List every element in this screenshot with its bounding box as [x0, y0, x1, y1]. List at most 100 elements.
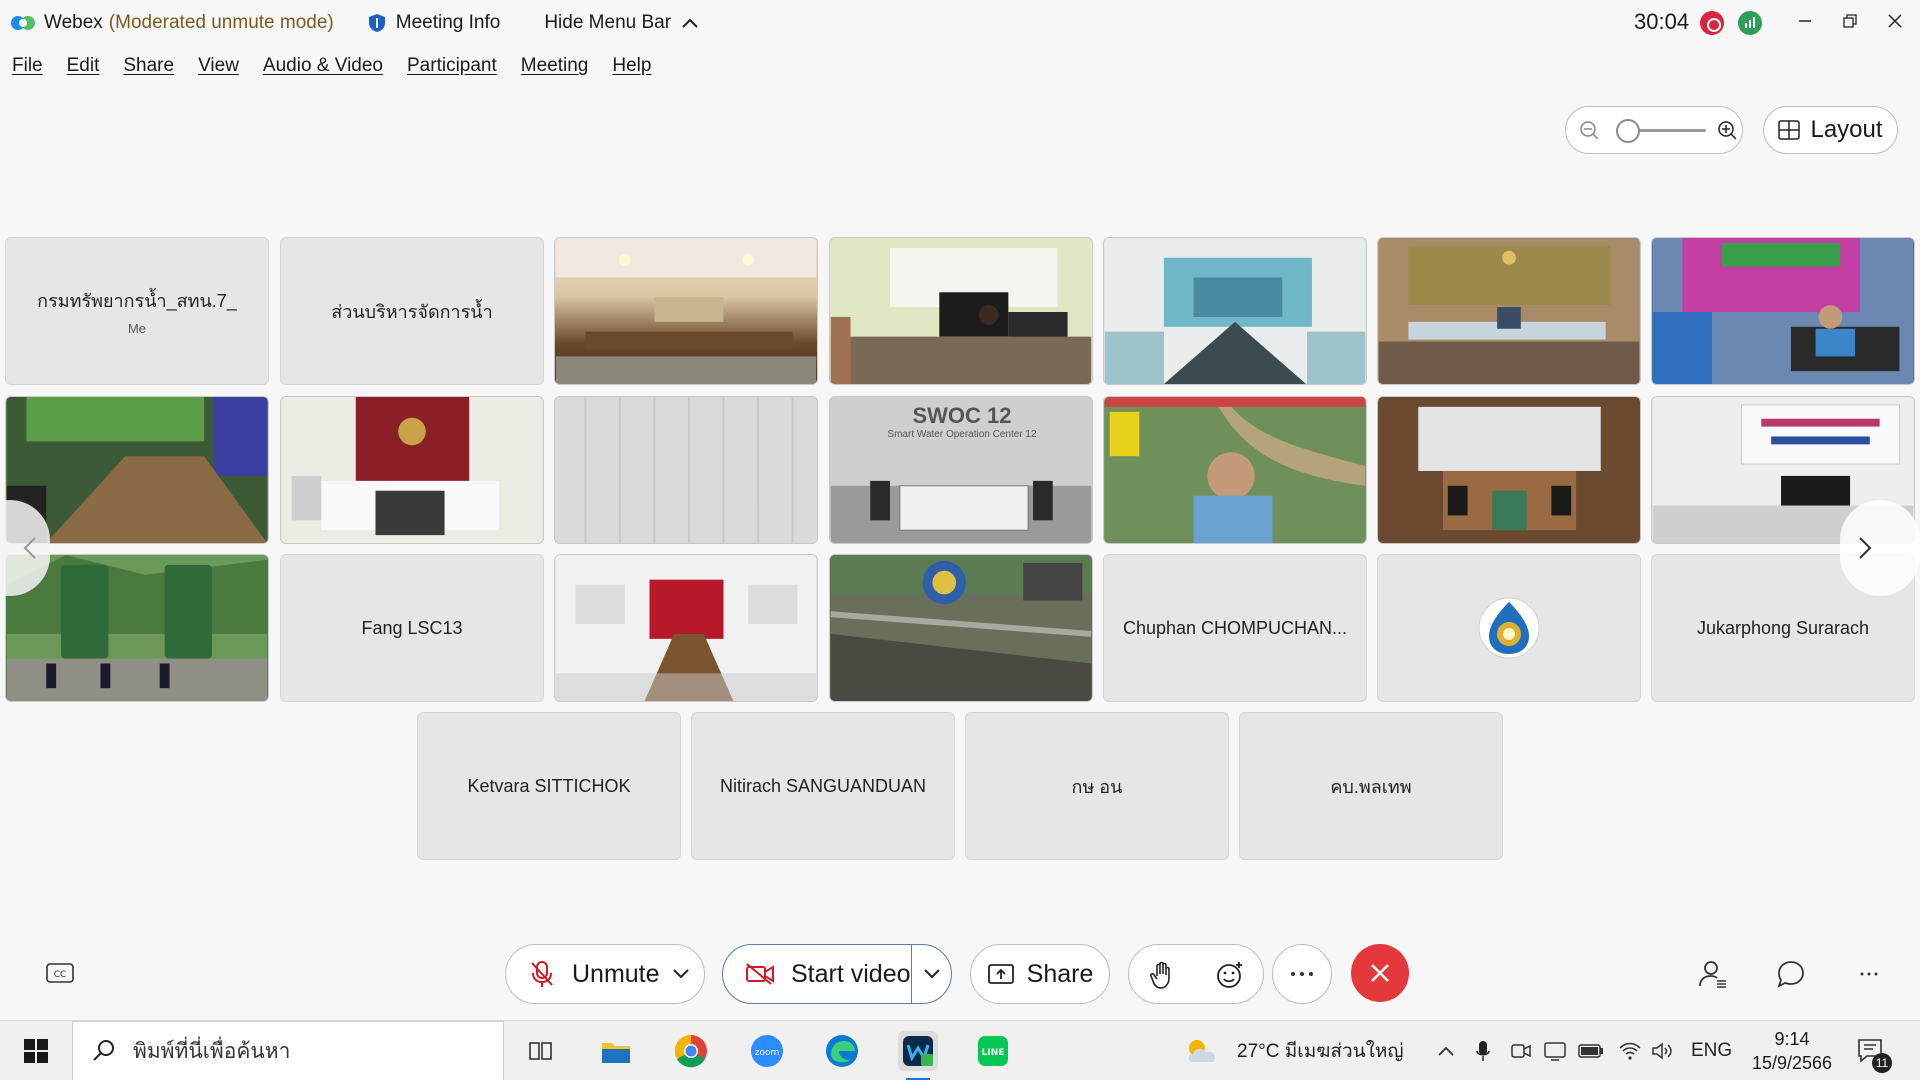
- participant-video-tile[interactable]: [1377, 396, 1641, 544]
- swoc-sign-text: SWOC 12: [912, 403, 1012, 428]
- more-options-button[interactable]: [1272, 944, 1332, 1004]
- participant-video-tile[interactable]: [1377, 237, 1641, 385]
- restore-button[interactable]: [1830, 6, 1870, 36]
- battery-tray-icon[interactable]: [1578, 1021, 1604, 1080]
- taskbar-search-box[interactable]: พิมพ์ที่นี่เพื่อค้นหา: [72, 1021, 504, 1080]
- participant-video-tile[interactable]: [1103, 396, 1367, 544]
- participant-tile[interactable]: ส่วนบริหารจัดการน้ำ: [280, 237, 544, 385]
- menu-participant[interactable]: Participant: [407, 55, 509, 77]
- chat-button[interactable]: [1775, 958, 1807, 990]
- taskbar-clock[interactable]: 9:14 15/9/2566: [1744, 1027, 1840, 1075]
- participants-panel-button[interactable]: [1697, 958, 1729, 990]
- chrome-button[interactable]: [671, 1031, 711, 1071]
- smiley-icon: [1217, 962, 1242, 988]
- weather-widget[interactable]: 27°C มีเมฆส่วนใหญ่: [1183, 1021, 1404, 1080]
- more-horizontal-icon: [1860, 972, 1878, 976]
- zoom-app-button[interactable]: zoom: [747, 1031, 787, 1071]
- task-view-button[interactable]: [520, 1031, 560, 1071]
- participant-name: Ketvara SITTICHOK: [467, 775, 631, 796]
- menu-meeting[interactable]: Meeting: [521, 55, 601, 77]
- clock-time: 9:14: [1774, 1029, 1810, 1049]
- input-language-indicator[interactable]: ENG: [1691, 1021, 1732, 1080]
- participant-video-tile[interactable]: [554, 396, 818, 544]
- meeting-info-button[interactable]: Meeting Info: [368, 12, 501, 34]
- search-icon: [93, 1040, 114, 1061]
- participant-video-tile-swoc[interactable]: SWOC 12 Smart Water Operation Center 12: [829, 396, 1093, 544]
- raise-hand-button[interactable]: [1149, 960, 1177, 997]
- participant-tile[interactable]: กษ อน: [965, 712, 1229, 860]
- leave-meeting-button[interactable]: [1351, 944, 1409, 1002]
- close-icon: [1888, 14, 1902, 28]
- menu-help[interactable]: Help: [612, 55, 663, 77]
- camera-off-icon: [746, 963, 774, 985]
- participant-name: กรมทรัพยากรน้ำ_สทน.7_: [37, 291, 237, 311]
- menu-edit[interactable]: Edit: [67, 55, 112, 77]
- display-tray-icon[interactable]: [1543, 1021, 1567, 1080]
- file-explorer-button[interactable]: [596, 1031, 636, 1071]
- participant-name: ส่วนบริหารจัดการน้ำ: [331, 301, 493, 322]
- participant-video-tile[interactable]: [1103, 237, 1367, 385]
- wifi-tray-icon[interactable]: [1618, 1021, 1642, 1080]
- windows-taskbar: พิมพ์ที่นี่เพื่อค้นหา zoom LINE 27°C มีเ…: [0, 1020, 1920, 1080]
- participant-tile[interactable]: Nitirach SANGUANDUAN: [691, 712, 955, 860]
- camera-tray-icon[interactable]: [1510, 1021, 1532, 1080]
- minimize-icon: [1799, 20, 1811, 22]
- language-label: ENG: [1691, 1040, 1733, 1061]
- participant-video-tile[interactable]: [829, 237, 1093, 385]
- menu-audio-video[interactable]: Audio & Video: [263, 55, 395, 77]
- participant-tile-me[interactable]: กรมทรัพยากรน้ำ_สทน.7_ Me: [5, 237, 269, 385]
- participant-video-tile[interactable]: [829, 554, 1093, 702]
- chevron-down-icon[interactable]: [923, 968, 941, 980]
- participant-tile[interactable]: Ketvara SITTICHOK: [417, 712, 681, 860]
- menu-view[interactable]: View: [198, 55, 251, 77]
- next-page-button[interactable]: [1840, 500, 1920, 596]
- battery-icon: [1578, 1044, 1603, 1058]
- edge-button[interactable]: [822, 1031, 862, 1071]
- participant-tile[interactable]: คบ.พลเทพ: [1239, 712, 1503, 860]
- webex-taskbar-button[interactable]: [898, 1031, 938, 1071]
- close-window-button[interactable]: [1875, 6, 1915, 36]
- participant-video-tile[interactable]: [1651, 237, 1915, 385]
- zoom-in-icon[interactable]: [1716, 119, 1740, 148]
- menu-share[interactable]: Share: [123, 55, 186, 77]
- volume-tray-icon[interactable]: [1651, 1021, 1675, 1080]
- start-button[interactable]: [16, 1031, 56, 1071]
- share-button[interactable]: Share: [970, 944, 1110, 1004]
- more-panels-button[interactable]: [1853, 958, 1885, 990]
- menu-file[interactable]: File: [12, 55, 55, 77]
- reactions-button[interactable]: [1215, 960, 1245, 997]
- unmute-button[interactable]: Unmute: [505, 944, 705, 1004]
- participant-tile[interactable]: Chuphan CHOMPUCHAN...: [1103, 554, 1367, 702]
- chat-bubble-icon: [1777, 961, 1804, 988]
- hide-menu-bar-button[interactable]: Hide Menu Bar: [544, 12, 699, 34]
- weather-text: 27°C มีเมฆส่วนใหญ่: [1237, 1041, 1404, 1062]
- participant-video-tile[interactable]: [280, 396, 544, 544]
- chevron-down-icon[interactable]: [672, 968, 690, 980]
- closed-captions-button[interactable]: CC: [44, 958, 76, 990]
- meeting-info-label: Meeting Info: [395, 12, 501, 33]
- participant-tile-avatar[interactable]: [1377, 554, 1641, 702]
- zoom-slider-thumb[interactable]: [1616, 119, 1640, 143]
- layout-button[interactable]: Layout: [1763, 106, 1898, 154]
- participant-video-tile[interactable]: [554, 554, 818, 702]
- participant-video-tile[interactable]: [5, 554, 269, 702]
- network-health-icon[interactable]: [1738, 11, 1762, 35]
- zoom-out-icon[interactable]: [1578, 119, 1602, 148]
- recording-icon[interactable]: [1700, 11, 1724, 35]
- share-screen-icon: [987, 964, 1014, 984]
- layout-label: Layout: [1810, 116, 1883, 143]
- minimize-button[interactable]: [1785, 6, 1825, 36]
- webex-icon: [903, 1036, 933, 1066]
- microphone-tray-icon[interactable]: [1475, 1021, 1491, 1080]
- participant-tile[interactable]: Fang LSC13: [280, 554, 544, 702]
- notification-center-button[interactable]: 11: [1856, 1021, 1892, 1080]
- show-hidden-icons-button[interactable]: [1437, 1021, 1455, 1080]
- menu-bar: File Edit Share View Audio & Video Parti…: [0, 50, 663, 82]
- camera-icon: [1511, 1044, 1531, 1058]
- participant-me-label: Me: [127, 321, 147, 336]
- participant-name: กษ อน: [1071, 776, 1123, 797]
- participant-video-tile[interactable]: [554, 237, 818, 385]
- line-app-icon: LINE: [978, 1036, 1008, 1066]
- start-video-button[interactable]: Start video: [722, 944, 952, 1004]
- line-app-button[interactable]: LINE: [973, 1031, 1013, 1071]
